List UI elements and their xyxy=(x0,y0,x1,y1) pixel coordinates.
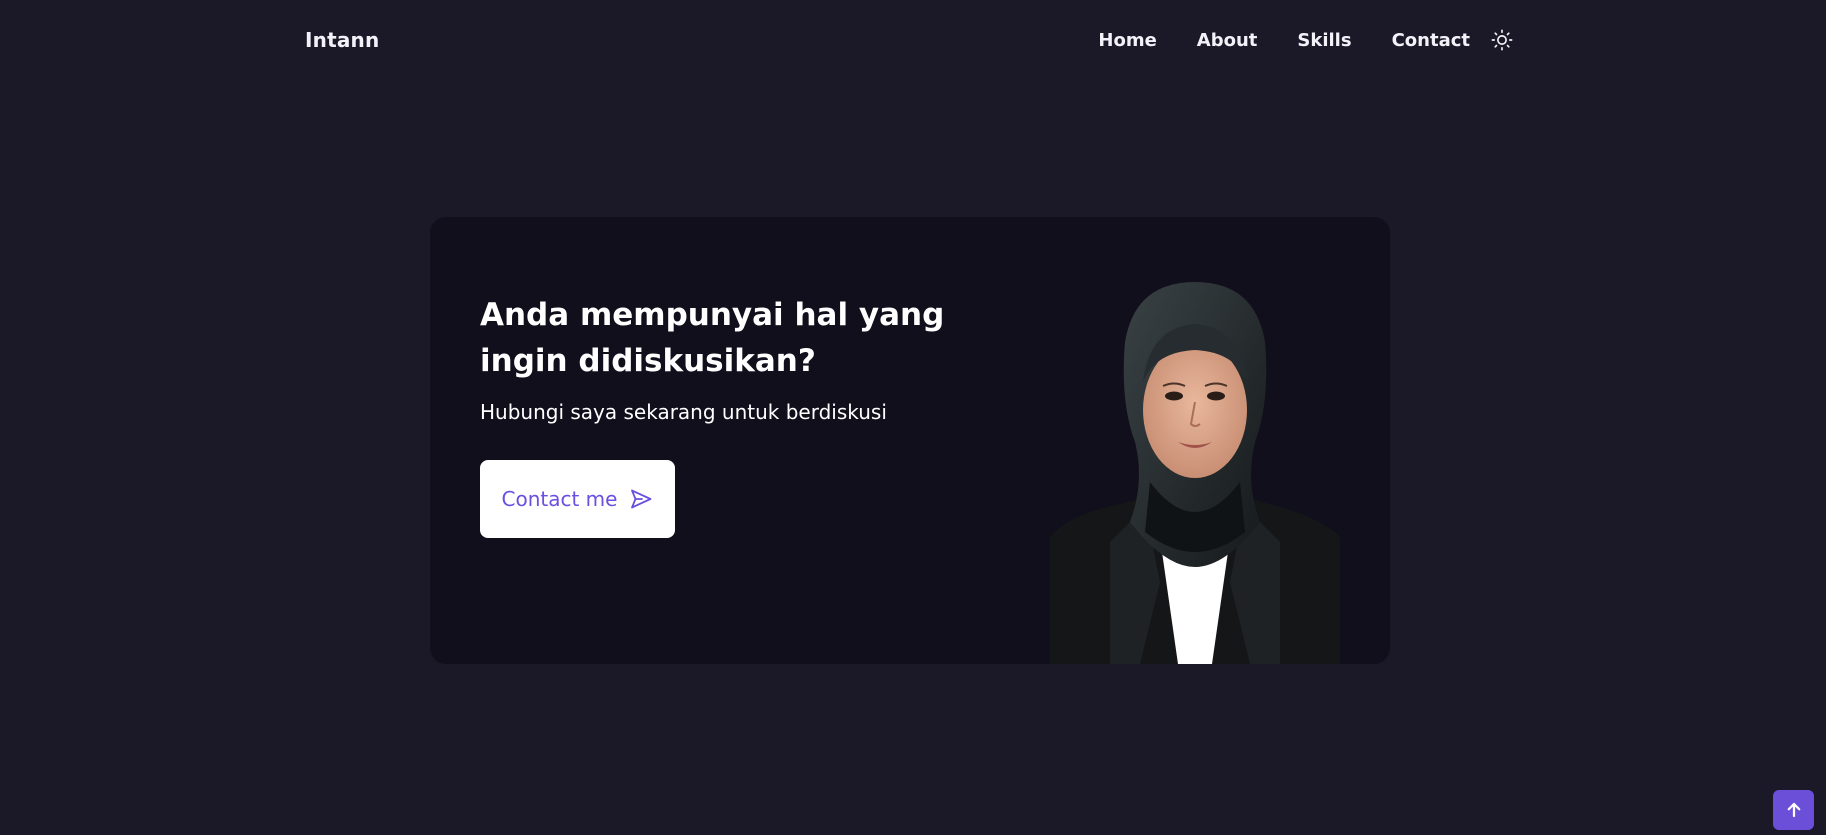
contact-me-button[interactable]: Contact me xyxy=(480,460,675,538)
contact-me-label: Contact me xyxy=(501,487,618,511)
contact-subtitle: Hubungi saya sekarang untuk berdiskusi xyxy=(480,400,887,424)
nav-contact[interactable]: Contact xyxy=(1392,30,1470,51)
theme-toggle-button[interactable] xyxy=(1490,28,1514,52)
send-icon xyxy=(631,489,652,509)
nav-about[interactable]: About xyxy=(1197,30,1258,51)
scroll-to-top-button[interactable] xyxy=(1773,790,1814,830)
nav-skills[interactable]: Skills xyxy=(1297,30,1351,51)
profile-photo xyxy=(1050,282,1340,664)
main-nav: Home About Skills Contact xyxy=(1098,28,1514,52)
nav-home[interactable]: Home xyxy=(1098,30,1156,51)
site-header: Intann Home About Skills Contact xyxy=(0,0,1826,84)
sun-icon xyxy=(1491,29,1513,51)
page: Intann Home About Skills Contact Anda me… xyxy=(0,0,1826,835)
arrow-up-icon xyxy=(1787,802,1800,818)
contact-title: Anda mempunyai hal yang ingin didiskusik… xyxy=(480,297,945,379)
contact-card: Anda mempunyai hal yang ingin didiskusik… xyxy=(430,217,1390,664)
logo[interactable]: Intann xyxy=(305,28,379,52)
